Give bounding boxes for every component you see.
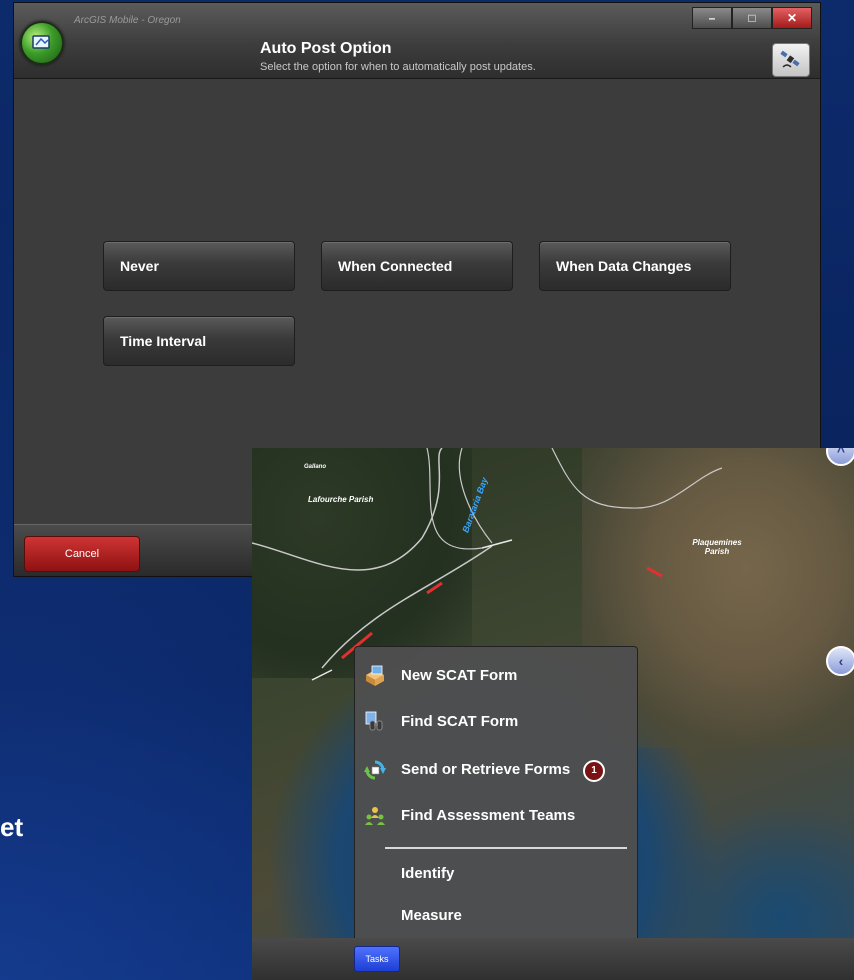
menu-item-new-scat-form[interactable]: New SCAT Form <box>355 659 637 693</box>
satellite-icon <box>780 50 800 68</box>
app-name: ArcGIS Mobile - Oregon <box>74 15 181 26</box>
option-time-interval-button[interactable]: Time Interval <box>103 316 295 366</box>
background-partial-text: et <box>0 812 24 842</box>
chevron-up-icon: ^ <box>836 448 846 459</box>
page-title: Auto Post Option <box>260 40 392 57</box>
lafourche-parish-label: Lafourche Parish <box>308 495 374 504</box>
chevron-left-icon: ‹ <box>838 653 844 669</box>
menu-item-identify[interactable]: Identify <box>355 857 637 891</box>
team-icon <box>365 807 385 825</box>
title-bar: ArcGIS Mobile - Oregon Auto Post Option … <box>14 3 820 79</box>
form-add-icon <box>366 665 384 686</box>
maximize-button[interactable]: □ <box>732 7 772 29</box>
notification-badge: 1 <box>583 760 605 782</box>
map-view[interactable]: Lafourche Parish Barataria Bay Plaquemin… <box>252 448 854 980</box>
page-subtitle: Select the option for when to automatica… <box>260 61 536 73</box>
task-menu: New SCAT Form Find SCAT Form Send or Ret… <box>354 646 638 944</box>
cancel-button[interactable]: Cancel <box>24 536 140 572</box>
tasks-button[interactable]: Tasks <box>354 946 400 972</box>
plaquemines-parish-label: Plaquemines Parish <box>692 538 742 556</box>
menu-item-measure[interactable]: Measure <box>355 899 637 933</box>
minimize-button[interactable]: – <box>692 7 732 29</box>
map-nav-left-button[interactable]: ‹ <box>826 646 854 676</box>
window-controls: – □ ✕ <box>692 7 812 29</box>
menu-item-label: Find Assessment Teams <box>401 807 576 824</box>
gps-satellite-button[interactable] <box>772 43 810 77</box>
menu-item-send-or-retrieve-forms[interactable]: Send or Retrieve Forms 1 <box>355 753 637 787</box>
option-when-connected-button[interactable]: When Connected <box>321 241 513 291</box>
option-when-data-changes-button[interactable]: When Data Changes <box>539 241 731 291</box>
map-bottom-bar: Tasks <box>252 938 854 980</box>
small-town-label: Gallano <box>304 464 327 470</box>
menu-item-label: Find SCAT Form <box>401 713 519 730</box>
binoculars-icon <box>365 711 383 731</box>
arcgis-logo-icon[interactable] <box>20 21 64 65</box>
menu-item-label: Measure <box>401 907 462 924</box>
menu-item-find-assessment-teams[interactable]: Find Assessment Teams <box>355 799 637 833</box>
menu-item-label: Identify <box>401 865 455 882</box>
menu-item-label: Send or Retrieve Forms <box>401 761 571 778</box>
close-button[interactable]: ✕ <box>772 7 812 29</box>
menu-divider <box>385 847 627 849</box>
menu-item-label: New SCAT Form <box>401 667 518 684</box>
menu-item-find-scat-form[interactable]: Find SCAT Form <box>355 705 637 739</box>
option-never-button[interactable]: Never <box>103 241 295 291</box>
sync-icon <box>364 760 386 780</box>
